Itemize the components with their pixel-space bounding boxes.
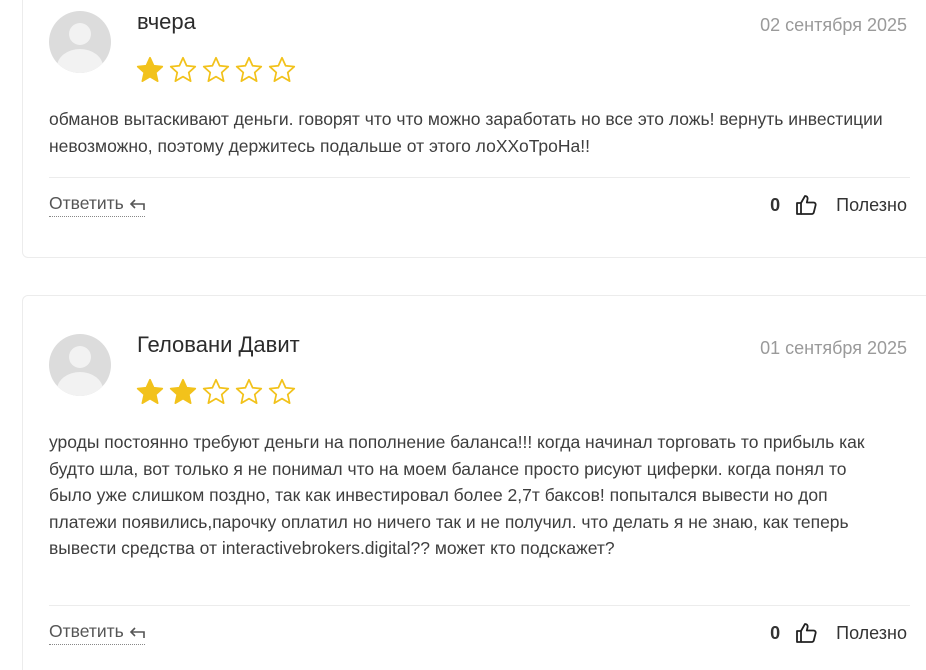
star-empty-icon bbox=[169, 56, 197, 82]
useful-button[interactable]: Полезно bbox=[836, 195, 907, 216]
star-empty-icon bbox=[235, 378, 263, 404]
reply-arrow-icon bbox=[129, 626, 145, 638]
star-filled-icon bbox=[136, 56, 164, 82]
avatar-body-shape bbox=[57, 49, 103, 73]
star-filled-icon bbox=[136, 378, 164, 404]
star-empty-icon bbox=[268, 56, 296, 82]
review-divider bbox=[49, 177, 910, 178]
star-empty-icon bbox=[235, 56, 263, 82]
avatar-head-shape bbox=[69, 346, 91, 368]
review-card: Геловани Давит 01 сентября 2025 уроды по… bbox=[22, 295, 926, 670]
review-text: обманов вытаскивают деньги. говорят что … bbox=[49, 109, 883, 156]
reply-label: Ответить bbox=[49, 193, 124, 213]
review-date: 01 сентября 2025 bbox=[760, 338, 907, 358]
review-author: вчера bbox=[137, 9, 196, 34]
review-author: Геловани Давит bbox=[137, 332, 300, 357]
useful-control: 0 Полезно bbox=[770, 193, 907, 217]
reply-button[interactable]: Ответить bbox=[49, 193, 145, 217]
star-empty-icon bbox=[202, 378, 230, 404]
avatar-head-shape bbox=[69, 23, 91, 45]
star-filled-icon bbox=[169, 378, 197, 404]
rating-stars bbox=[135, 55, 297, 85]
reply-label: Ответить bbox=[49, 621, 124, 641]
useful-button[interactable]: Полезно bbox=[836, 623, 907, 644]
avatar bbox=[49, 11, 111, 73]
thumbs-up-icon[interactable] bbox=[794, 193, 818, 217]
star-empty-icon bbox=[268, 378, 296, 404]
like-count: 0 bbox=[770, 194, 781, 215]
review-divider bbox=[49, 605, 910, 606]
reply-button[interactable]: Ответить bbox=[49, 621, 145, 645]
like-count: 0 bbox=[770, 622, 781, 643]
review-card: вчера 02 сентября 2025 обманов вытаскива… bbox=[22, 0, 926, 258]
useful-control: 0 Полезно bbox=[770, 621, 907, 645]
star-empty-icon bbox=[202, 56, 230, 82]
thumbs-up-icon[interactable] bbox=[794, 621, 818, 645]
reviews-page: вчера 02 сентября 2025 обманов вытаскива… bbox=[0, 0, 926, 670]
review-text: уроды постоянно требуют деньги на пополн… bbox=[49, 432, 865, 558]
avatar bbox=[49, 334, 111, 396]
reply-arrow-icon bbox=[129, 198, 145, 210]
review-date: 02 сентября 2025 bbox=[760, 15, 907, 35]
avatar-body-shape bbox=[57, 372, 103, 396]
rating-stars bbox=[135, 377, 297, 407]
